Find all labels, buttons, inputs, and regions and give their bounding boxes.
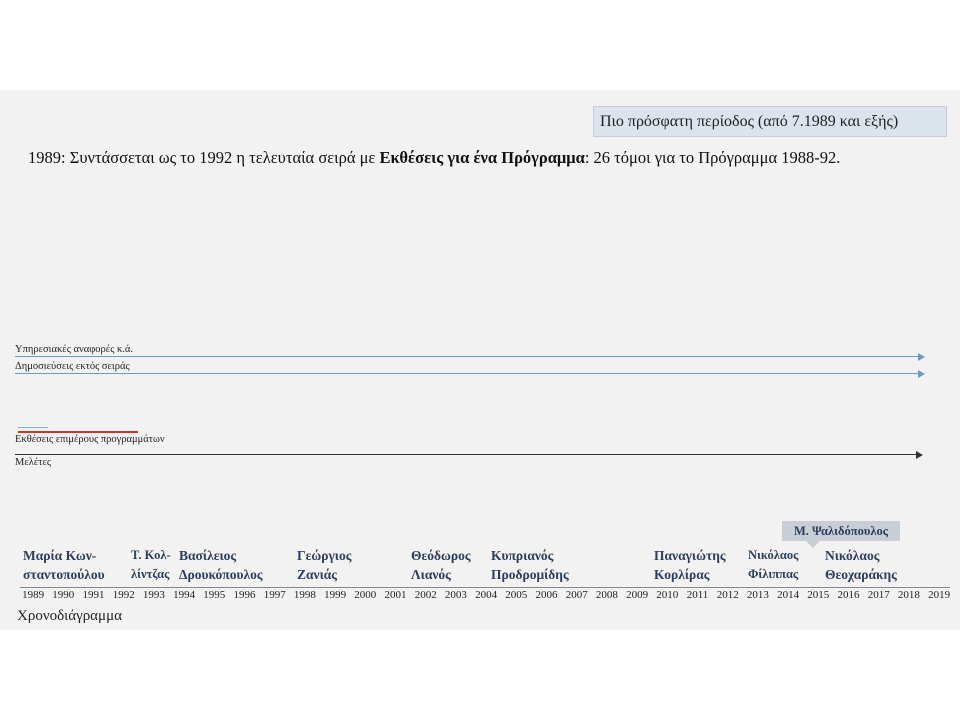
person-prodromidis: Κυπριανός Προδρομίδης <box>491 546 569 584</box>
year-tick-label: 1992 <box>112 589 135 601</box>
year-tick-label: 1991 <box>82 589 105 601</box>
year-tick-label: 1989 <box>22 589 45 601</box>
track-label-program-reports: Εκθέσεις επιμέρους προγραμμάτων <box>15 434 165 445</box>
year-tick-label: 2007 <box>565 589 588 601</box>
timeline-axis <box>20 587 950 588</box>
year-tick-label: 1994 <box>173 589 196 601</box>
year-tick-label: 2002 <box>414 589 437 601</box>
year-tick-label: 2013 <box>746 589 769 601</box>
year-tick-label: 2003 <box>444 589 467 601</box>
person-line2: σταντοπούλου <box>23 567 105 582</box>
person-lianos: Θεόδωρος Λιανός <box>411 546 471 584</box>
person-kollintzas: Τ. Κολ- λίντζας <box>131 546 171 584</box>
year-tick-label: 1999 <box>324 589 347 601</box>
person-theocharakis: Νικόλαος Θεοχαράκης <box>825 546 897 584</box>
person-droukopoulos: Βασίλειος Δρουκόπουλος <box>179 546 263 584</box>
year-tick-label: 2015 <box>807 589 830 601</box>
year-tick-label: 2019 <box>928 589 951 601</box>
year-tick-label: 2008 <box>595 589 618 601</box>
headline: 1989: Συντάσσεται ως το 1992 η τελευταία… <box>28 148 840 168</box>
person-line2: Θεοχαράκης <box>825 567 897 582</box>
headline-text-end: : 26 τόμοι για το Πρόγραμμα 1988-92. <box>584 148 841 167</box>
period-label-box: Πιο πρόσφατη περίοδος (από 7.1989 και εξ… <box>593 106 947 137</box>
year-tick-label: 2012 <box>716 589 739 601</box>
person-line2: Προδρομίδης <box>491 567 569 582</box>
year-tick-label: 1990 <box>52 589 75 601</box>
person-line2: Φίλιππας <box>748 567 799 581</box>
year-tick-label: 2005 <box>505 589 528 601</box>
callout-pointer <box>806 541 820 548</box>
timeline-title: Χρονοδιάγραμμα <box>17 608 122 624</box>
year-tick-label: 2004 <box>475 589 498 601</box>
person-line2: Ζανιάς <box>297 567 337 582</box>
slide: Πιο πρόσφατη περίοδος (από 7.1989 και εξ… <box>0 90 960 630</box>
person-line1: Θεόδωρος <box>411 548 471 563</box>
person-line1: Νικόλαος <box>748 548 799 562</box>
track-label-studies: Μελέτες <box>15 457 52 468</box>
person-line1: Τ. Κολ- <box>131 548 171 562</box>
person-zanias: Γεώργιος Ζανιάς <box>297 546 351 584</box>
year-tick-label: 2017 <box>867 589 890 601</box>
year-tick-label: 2010 <box>656 589 679 601</box>
track-arrow-studies <box>15 451 923 459</box>
track-segment-red <box>18 431 138 433</box>
person-line2: Δρουκόπουλος <box>179 567 263 582</box>
headline-text-start: 1989: Συντάσσεται ως το 1992 η τελευταία… <box>28 148 380 167</box>
person-line1: Νικόλαος <box>825 548 880 563</box>
year-tick-label: 2016 <box>837 589 860 601</box>
highlight-label: Μ. Ψαλιδόπουλος <box>793 524 889 538</box>
track-label-service-reports: Υπηρεσιακές αναφορές κ.ά. <box>15 344 134 355</box>
year-tick-label: 1998 <box>293 589 316 601</box>
person-line1: Βασίλειος <box>179 548 237 563</box>
person-line1: Παναγιώτης <box>654 548 726 563</box>
year-tick-label: 1996 <box>233 589 256 601</box>
year-tick-label: 2014 <box>777 589 800 601</box>
timeline-years: 1989 1990 1991 1992 1993 1994 1995 1996 1997 1998… <box>18 589 954 607</box>
person-filippas: Νικόλαος Φίλιππας <box>748 546 798 584</box>
track-arrow-other-publications <box>15 370 925 378</box>
person-line2: Κορλίρας <box>654 567 710 582</box>
headline-bold-title: Εκθέσεις για ένα Πρόγραμμα <box>379 148 585 167</box>
person-line1: Κυπριανός <box>491 548 554 563</box>
year-tick-label: 1995 <box>203 589 226 601</box>
year-tick-label: 1997 <box>263 589 286 601</box>
year-tick-label: 2001 <box>384 589 407 601</box>
person-korliras: Παναγιώτης Κορλίρας <box>654 546 726 584</box>
person-line2: Λιανός <box>411 567 451 582</box>
person-line1: Γεώργιος <box>297 548 352 563</box>
highlight-psalidopoulos: Μ. Ψαλιδόπουλος <box>782 521 900 548</box>
person-line1: Μαρία Κων- <box>23 548 97 563</box>
track-arrow-service-reports <box>15 353 925 361</box>
year-tick-label: 2000 <box>354 589 377 601</box>
year-tick-label: 2011 <box>686 589 709 601</box>
person-line2: λίντζας <box>131 567 170 581</box>
track-segment-teal <box>18 427 48 428</box>
track-label-other-publications: Δημοσιεύσεις εκτός σειράς <box>15 361 130 372</box>
year-tick-label: 2018 <box>897 589 920 601</box>
year-tick-label: 2009 <box>626 589 649 601</box>
year-tick-label: 2006 <box>535 589 558 601</box>
person-konstantopoulou: Μαρία Κων- σταντοπούλου <box>23 546 105 584</box>
year-tick-label: 1993 <box>142 589 165 601</box>
